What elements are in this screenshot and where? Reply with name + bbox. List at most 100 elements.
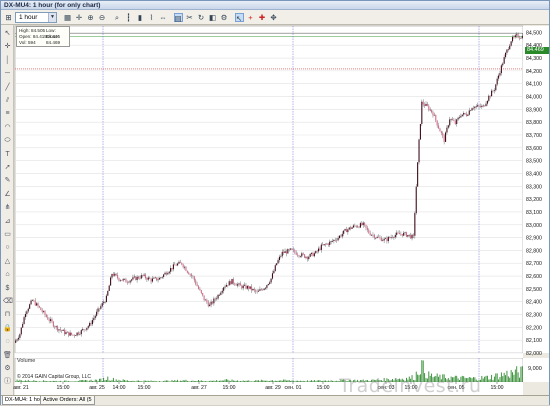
candle-body — [495, 84, 497, 91]
candle-body — [433, 114, 435, 116]
candle-body — [16, 339, 18, 341]
candle-body — [425, 103, 427, 106]
candle-body — [167, 273, 169, 275]
candle-body — [338, 235, 341, 239]
candle-body — [211, 301, 214, 304]
candle-body — [105, 295, 107, 303]
price-tick-label: 82,600 — [526, 274, 542, 280]
candle-body — [15, 340, 17, 343]
time-tick-label: авг. 21 — [13, 385, 29, 391]
candle-body — [407, 234, 409, 237]
candle-body — [143, 274, 145, 276]
candle-body — [364, 222, 366, 225]
candle-body — [122, 279, 124, 281]
time-tick-label: 15:00 — [223, 385, 236, 391]
candle-body — [449, 119, 451, 126]
candle-body — [291, 248, 293, 250]
candle-body — [482, 105, 484, 107]
candle-body — [132, 277, 134, 280]
candle-body — [280, 256, 282, 257]
price-chart[interactable]: 84,50084,40084,30084,20084,10084,00083,9… — [1, 1, 550, 406]
time-tick-label: 15:00 — [317, 385, 330, 391]
last-price-marker: 84.469 — [525, 47, 549, 54]
candle-body — [461, 114, 463, 117]
candle-body — [331, 240, 334, 242]
time-tick-label: 15:00 — [57, 385, 70, 391]
candle-body — [292, 249, 294, 251]
candle-body — [463, 113, 465, 115]
candle-body — [61, 330, 63, 331]
candle-body — [40, 307, 42, 311]
bottom-tab-bar: DX-MU4: 1 hour Active Orders: All (5 — [1, 395, 549, 405]
price-tick-label: 84,100 — [526, 82, 542, 88]
candle-body — [418, 139, 420, 163]
candle-body — [329, 241, 331, 245]
candle-body — [447, 125, 449, 128]
candle-body — [181, 262, 183, 265]
candle-body — [302, 253, 304, 255]
candle-body — [278, 256, 281, 261]
candle-body — [510, 41, 512, 46]
candle-body — [237, 284, 239, 286]
candle-body — [372, 234, 374, 236]
price-tick-label: 82,200 — [526, 325, 542, 331]
candle-body — [269, 282, 271, 284]
open-label: Open — [19, 34, 31, 39]
candle-body — [185, 266, 187, 271]
candle-body — [285, 251, 287, 254]
copyright-text: © 2014 GAIN Capital Group, LLC — [17, 374, 91, 380]
candle-body — [248, 286, 250, 289]
candle-body — [149, 277, 151, 279]
candle-body — [79, 334, 81, 335]
candle-body — [90, 322, 92, 325]
candle-body — [477, 105, 479, 107]
candle-body — [365, 224, 367, 228]
candle-body — [475, 106, 477, 107]
candle-body — [213, 298, 215, 304]
candle-body — [414, 213, 416, 236]
candle-body — [227, 285, 229, 286]
candle-body — [112, 273, 114, 276]
candle-body — [333, 239, 335, 241]
candle-body — [379, 237, 381, 238]
tab-active-orders[interactable]: Active Orders: All (5 — [40, 396, 95, 405]
candle-body — [48, 319, 50, 321]
candle-body — [242, 285, 244, 289]
candle-body — [450, 119, 452, 120]
candle-body — [308, 256, 310, 260]
candle-body — [140, 275, 142, 279]
candle-body — [521, 35, 523, 39]
candle-body — [29, 304, 31, 309]
candle-body — [135, 276, 137, 281]
candle-body — [172, 264, 174, 270]
candle-body — [193, 276, 195, 281]
vol-value: 594 — [27, 40, 36, 45]
high-value: 84.505 — [31, 28, 46, 33]
candle-body — [197, 286, 200, 289]
candle-body — [210, 301, 212, 305]
candle-body — [37, 303, 39, 307]
candle-body — [376, 236, 378, 238]
time-axis-strip — [15, 353, 523, 358]
candle-body — [383, 238, 385, 241]
candle-body — [142, 275, 144, 276]
price-tick-label: 82,100 — [526, 338, 542, 344]
candle-body — [179, 261, 181, 263]
candle-body — [503, 57, 505, 64]
candle-body — [115, 273, 117, 276]
candle-body — [73, 335, 75, 336]
candle-body — [94, 315, 96, 318]
candle-body — [446, 127, 448, 133]
candle-body — [246, 286, 248, 289]
candle-body — [117, 275, 119, 278]
time-tick-label: 15:00 — [138, 385, 151, 391]
candle-body — [249, 286, 251, 289]
candle-body — [130, 279, 133, 281]
vol-label: Vol — [19, 40, 26, 45]
volume-max-label: 9,000 — [528, 366, 542, 372]
candle-body — [344, 229, 346, 231]
candle-body — [492, 90, 494, 92]
candle-body — [400, 234, 402, 235]
candle-body — [421, 101, 423, 124]
candle-body — [411, 234, 413, 239]
